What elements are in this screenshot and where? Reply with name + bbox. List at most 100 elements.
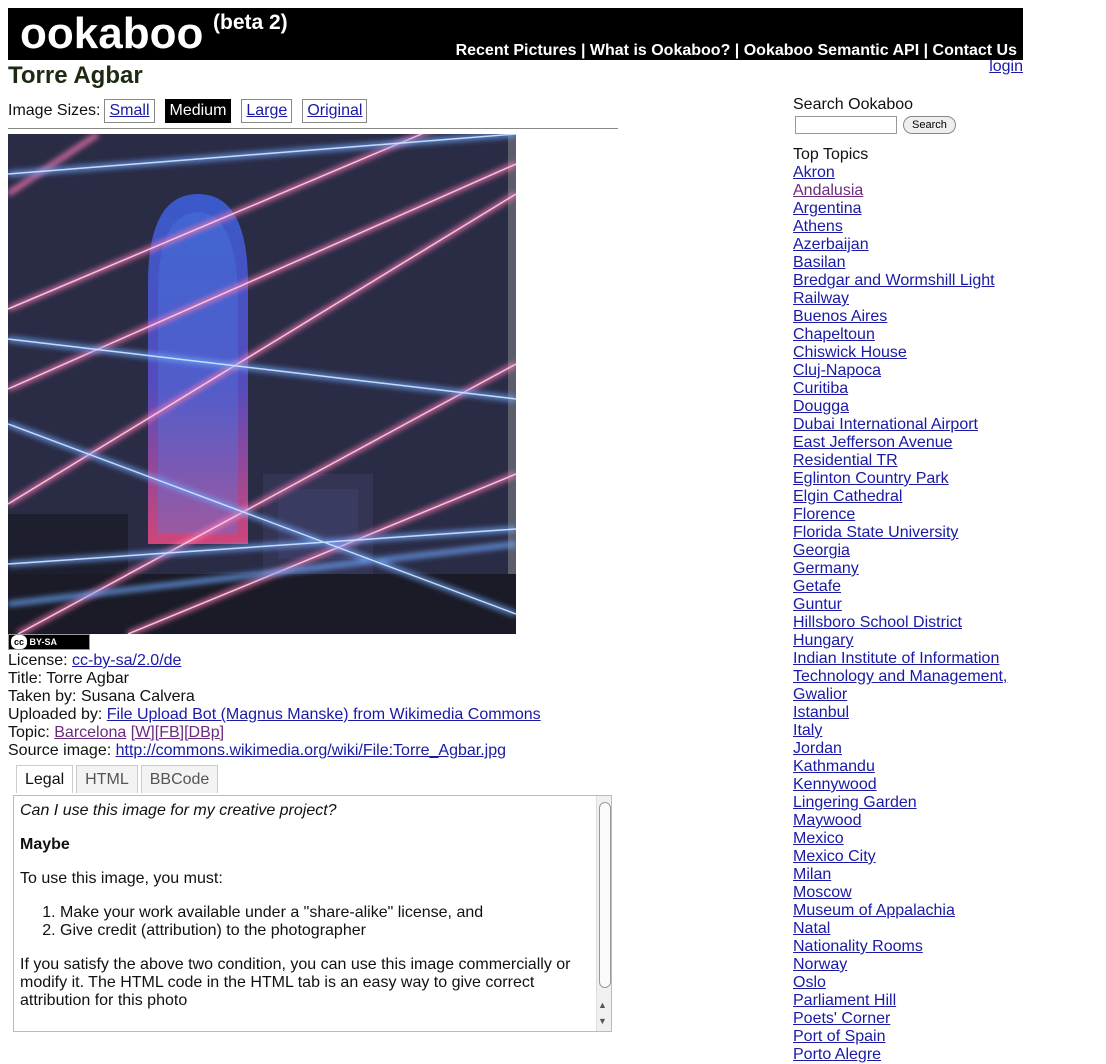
topic-link[interactable]: Basilan <box>793 254 845 271</box>
site-logo[interactable]: ookaboo <box>20 12 203 56</box>
topic-link[interactable]: Florida State University <box>793 524 958 541</box>
topic-list-item: Maywood <box>793 812 1093 830</box>
topic-link[interactable]: Chiswick House <box>793 344 907 361</box>
topic-list-item: Argentina <box>793 200 1093 218</box>
topic-link[interactable]: Mexico City <box>793 848 876 865</box>
topic-link[interactable]: Hungary <box>793 632 853 649</box>
topic-link[interactable]: Italy <box>793 722 822 739</box>
panel-scrollbar[interactable]: ▲ ▼ <box>596 796 611 1031</box>
topic-dbpedia-link[interactable]: [DBp] <box>184 724 224 741</box>
topic-link[interactable]: Bredgar and Wormshill Light <box>793 272 995 289</box>
size-original-button[interactable]: Original <box>302 99 368 123</box>
nav-contact-us[interactable]: Contact Us <box>933 42 1017 59</box>
topic-link[interactable]: Oslo <box>793 974 826 991</box>
topic-link[interactable]: Athens <box>793 218 843 235</box>
topic-list-item: Dubai International Airport <box>793 416 1093 434</box>
topic-label: Topic: <box>8 724 50 741</box>
nav-semantic-api[interactable]: Ookaboo Semantic API <box>744 42 919 59</box>
topic-link[interactable]: Indian Institute of Information <box>793 650 999 667</box>
topic-link[interactable]: Cluj-Napoca <box>793 362 881 379</box>
topic-link[interactable]: Parliament Hill <box>793 992 896 1009</box>
search-label: Search Ookaboo <box>793 96 914 113</box>
topic-link[interactable]: Hillsboro School District <box>793 614 962 631</box>
topic-link[interactable]: Azerbaijan <box>793 236 869 253</box>
topic-list-item: Gwalior <box>793 686 1093 704</box>
topic-link[interactable]: Technology and Management, <box>793 668 1007 685</box>
topic-freebase-link[interactable]: [FB] <box>155 724 184 741</box>
topic-link[interactable]: Chapeltoun <box>793 326 875 343</box>
topic-list-item: Cluj-Napoca <box>793 362 1093 380</box>
topic-wikipedia-link[interactable]: [W] <box>131 724 155 741</box>
topic-link[interactable]: Istanbul <box>793 704 849 721</box>
title-value: Torre Agbar <box>46 670 129 687</box>
topic-link[interactable]: Museum of Appalachia <box>793 902 955 919</box>
topic-link[interactable]: Akron <box>793 164 835 181</box>
topic-list-item: Poets' Corner <box>793 1010 1093 1028</box>
scroll-down-icon[interactable]: ▼ <box>598 1016 607 1026</box>
topic-link[interactable]: Mexico <box>793 830 844 847</box>
topic-link[interactable]: Buenos Aires <box>793 308 887 325</box>
search-button[interactable]: Search <box>903 116 956 134</box>
topic-link[interactable]: Maywood <box>793 812 861 829</box>
topic-link[interactable]: Curitiba <box>793 380 848 397</box>
topic-link[interactable]: Kennywood <box>793 776 877 793</box>
topic-link[interactable]: Nationality Rooms <box>793 938 923 955</box>
topic-list-item: Elgin Cathedral <box>793 488 1093 506</box>
taken-by-label: Taken by: <box>8 688 77 705</box>
size-large-button[interactable]: Large <box>241 99 293 123</box>
topic-link[interactable]: Porto Alegre <box>793 1046 881 1063</box>
uploaded-by-row: Uploaded by: File Upload Bot (Magnus Man… <box>8 706 541 724</box>
topic-link[interactable]: Lingering Garden <box>793 794 917 811</box>
nav-what-is-ookaboo[interactable]: What is Ookaboo? <box>590 42 730 59</box>
top-topics-list: Akron Andalusia Argentina Athens Azerbaijan B… <box>793 164 1093 1064</box>
topic-link[interactable]: Milan <box>793 866 831 883</box>
topic-link[interactable]: Natal <box>793 920 830 937</box>
uploaded-by-link[interactable]: File Upload Bot (Magnus Manske) from Wik… <box>107 706 541 723</box>
search-input[interactable] <box>795 116 897 134</box>
nav-recent-pictures[interactable]: Recent Pictures <box>456 42 577 59</box>
topic-link[interactable]: Florence <box>793 506 855 523</box>
topic-link[interactable]: Residential TR <box>793 452 898 469</box>
topic-list-item: Germany <box>793 560 1093 578</box>
source-link[interactable]: http://commons.wikimedia.org/wiki/File:T… <box>116 742 506 759</box>
topic-link[interactable]: Germany <box>793 560 859 577</box>
legal-step: Give credit (attribution) to the photogr… <box>60 922 588 940</box>
topic-list-item: Azerbaijan <box>793 236 1093 254</box>
topic-link[interactable]: Norway <box>793 956 847 973</box>
main-photo[interactable] <box>8 134 516 634</box>
topic-link[interactable]: Andalusia <box>793 182 863 199</box>
topic-link[interactable]: Port of Spain <box>793 1028 886 1045</box>
topic-link[interactable]: Getafe <box>793 578 841 595</box>
size-small-button[interactable]: Small <box>104 99 155 123</box>
topic-link[interactable]: Georgia <box>793 542 850 559</box>
topic-link[interactable]: Elgin Cathedral <box>793 488 902 505</box>
size-medium-button[interactable]: Medium <box>164 99 232 123</box>
legal-panel[interactable]: Can I use this image for my creative pro… <box>13 795 612 1032</box>
topic-link[interactable]: Gwalior <box>793 686 847 703</box>
topic-link[interactable]: Kathmandu <box>793 758 875 775</box>
tab-legal[interactable]: Legal <box>16 765 74 793</box>
scroll-up-icon[interactable]: ▲ <box>598 1000 607 1010</box>
topic-link[interactable]: Railway <box>793 290 849 307</box>
login-link[interactable]: login <box>989 58 1023 76</box>
topic-link[interactable]: East Jefferson Avenue <box>793 434 953 451</box>
search-form: Search <box>795 116 1093 134</box>
topic-link[interactable]: Guntur <box>793 596 842 613</box>
scrollbar-thumb[interactable] <box>599 802 611 988</box>
topic-link[interactable]: Eglinton Country Park <box>793 470 949 487</box>
topic-list-item: Museum of Appalachia <box>793 902 1093 920</box>
topic-link[interactable]: Barcelona <box>54 724 126 741</box>
tab-html[interactable]: HTML <box>76 765 138 793</box>
tab-bbcode[interactable]: BBCode <box>140 765 219 793</box>
topic-link[interactable]: Argentina <box>793 200 862 217</box>
topic-list-item: East Jefferson Avenue <box>793 434 1093 452</box>
topic-link[interactable]: Dubai International Airport <box>793 416 978 433</box>
topic-link[interactable]: Poets' Corner <box>793 1010 890 1027</box>
topic-link[interactable]: Jordan <box>793 740 842 757</box>
cc-license-badge[interactable]: cc BY-SA <box>8 634 90 650</box>
beta-label: (beta 2) <box>213 11 288 34</box>
topic-list-item: Oslo <box>793 974 1093 992</box>
topic-link[interactable]: Moscow <box>793 884 852 901</box>
topic-link[interactable]: Dougga <box>793 398 849 415</box>
license-link[interactable]: cc-by-sa/2.0/de <box>72 652 181 669</box>
